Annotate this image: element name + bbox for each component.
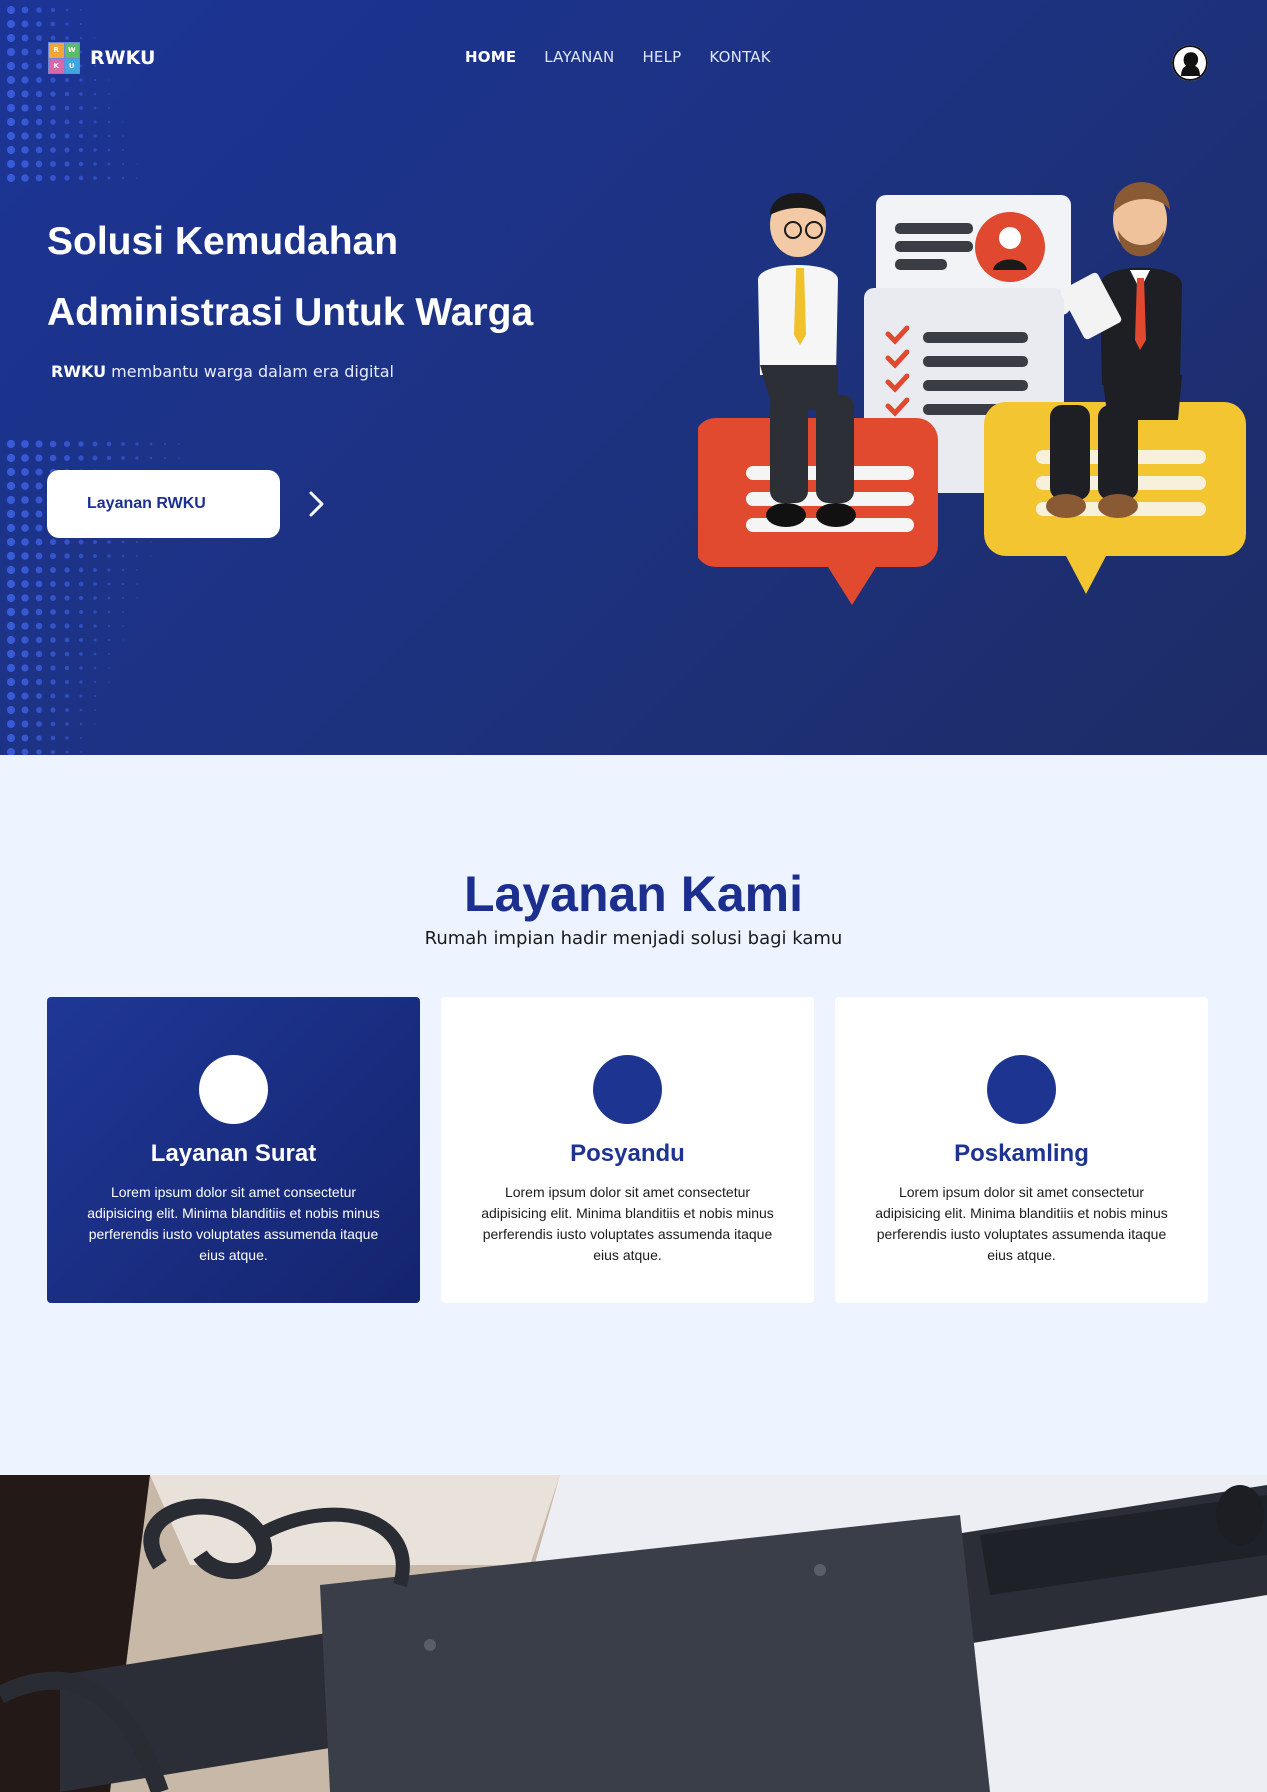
section-subtitle: Rumah impian hadir menjadi solusi bagi k… [424, 928, 843, 949]
card-title: Poskamling [954, 1140, 1089, 1167]
hero-subtitle-text: membantu warga dalam era digital [106, 362, 394, 381]
hero-title-line1: Solusi Kemudahan [47, 220, 399, 263]
user-silhouette-icon [1172, 45, 1208, 81]
service-circle-icon [199, 1055, 268, 1124]
service-card-layanan-surat[interactable]: Layanan Surat Lorem ipsum dolor sit amet… [47, 997, 420, 1303]
hero-illustration [698, 182, 1246, 605]
service-card-poskamling[interactable]: Poskamling Lorem ipsum dolor sit amet co… [835, 997, 1208, 1303]
iron-latch-photo [0, 1475, 1267, 1792]
nav-item-layanan[interactable]: LAYANAN [544, 48, 614, 66]
services-section: Layanan Kami Rumah impian hadir menjadi … [0, 755, 1267, 1475]
hero-title-line2: Administrasi Untuk Warga [47, 291, 534, 334]
bottom-photo [0, 1475, 1267, 1792]
main-nav: HOME LAYANAN HELP KONTAK [465, 48, 771, 66]
user-avatar[interactable] [1172, 45, 1208, 81]
nav-item-kontak[interactable]: KONTAK [709, 48, 770, 66]
nav-item-home[interactable]: HOME [465, 48, 516, 66]
card-text: Lorem ipsum dolor sit amet consectetur a… [87, 1184, 380, 1263]
brand[interactable]: R W K U RWKU [48, 42, 155, 74]
hero-title: Solusi Kemudahan Administrasi Untuk Warg… [47, 206, 667, 348]
card-text: Lorem ipsum dolor sit amet consectetur a… [481, 1184, 774, 1263]
card-title: Posyandu [570, 1140, 685, 1167]
service-circle-icon [593, 1055, 662, 1124]
nav-item-help[interactable]: HELP [642, 48, 681, 66]
brand-name: RWKU [90, 47, 156, 69]
hero-subtitle-brand: RWKU [51, 362, 107, 381]
hero-section: R W K U RWKU HOME LAYANAN HELP KONTAK So… [0, 0, 1267, 755]
service-card-posyandu[interactable]: Posyandu Lorem ipsum dolor sit amet cons… [441, 997, 814, 1303]
logo-icon: R W K U [48, 42, 80, 74]
hero-subtitle: RWKU membantu warga dalam era digital [51, 362, 394, 381]
section-title: Layanan Kami [463, 866, 803, 922]
card-text: Lorem ipsum dolor sit amet consectetur a… [875, 1184, 1168, 1263]
card-title: Layanan Surat [150, 1140, 317, 1167]
chevron-right-icon[interactable] [303, 487, 331, 521]
layanan-rwku-button[interactable]: Layanan RWKU [47, 470, 280, 538]
service-circle-icon [987, 1055, 1056, 1124]
